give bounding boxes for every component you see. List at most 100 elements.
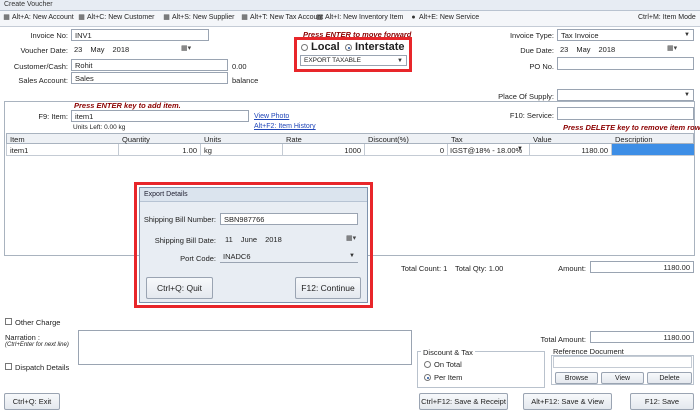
dispatch-details-label: Dispatch Details [15,363,70,372]
save-view-button[interactable]: Alt+F12: Save & View [523,393,612,410]
cell-units: kg [204,146,212,155]
on-total-radio[interactable] [424,361,431,368]
total-amount-field: 1180.00 [590,331,694,343]
col-tax: Tax [451,135,463,144]
other-charge-checkbox[interactable] [5,318,12,325]
voucher-date-label: Voucher Date: [20,46,68,55]
new-customer-icon: ▦ [78,14,85,21]
chevron-down-icon: ▼ [397,58,403,64]
col-discount: Discount(%) [368,135,409,144]
port-code-label: Port Code: [180,254,216,263]
item-history-link[interactable]: Alt+F2: Item History [254,123,316,130]
balance-label: balance [232,76,259,85]
port-code-select[interactable]: INADC6 ▼ [220,251,358,263]
new-tax-account-button[interactable]: ▦ Alt+T: New Tax Account [241,14,323,21]
new-customer-button[interactable]: ▦ Alt+C: New Customer [78,14,154,21]
col-quantity: Quantity [122,135,150,144]
toolbar: ▦ Alt+A: New Account ▦ Alt+C: New Custom… [0,11,700,27]
cell-description[interactable] [612,144,694,155]
delete-row-hint: Press DELETE key to remove item row. [563,123,700,132]
new-inventory-item-button[interactable]: ▦ Alt+I: New Inventory Item [316,14,403,21]
shipping-bill-date-label: Shipping Bill Date: [154,236,216,245]
narration-hint: (Ctrl+Enter for next line) [5,342,69,348]
cell-quantity: 1.00 [182,146,197,155]
view-button[interactable]: View [601,372,644,384]
delete-button[interactable]: Delete [647,372,692,384]
interstate-label: Interstate [355,41,405,53]
local-label: Local [311,41,340,53]
total-qty: Total Qty: 1.00 [455,264,504,273]
due-date-label: Due Date: [520,46,554,55]
cell-discount: 0 [439,146,444,155]
shipping-date-calendar-icon[interactable]: ▦▾ [346,234,356,242]
item-field[interactable]: item1 [71,110,249,122]
po-no-label: PO No. [529,62,554,71]
place-of-supply-label: Place Of Supply: [498,92,554,101]
invoice-type-select[interactable]: Tax Invoice ▼ [557,29,694,41]
service-field[interactable] [557,107,694,120]
amount-label: Amount: [558,264,586,273]
chevron-down-icon: ▼ [684,92,690,98]
cell-rate: 1000 [344,146,361,155]
place-of-supply-select[interactable]: ▼ [557,89,694,101]
invoice-no-field[interactable]: INV1 [71,29,209,41]
tax-dropdown-icon[interactable]: ▼ [517,146,523,152]
new-service-button[interactable]: ● Alt+E: New Service [410,14,479,21]
voucher-date-calendar-icon[interactable]: ▦▾ [181,44,191,52]
cell-item: item1 [10,146,29,155]
col-item: Item [10,135,25,144]
col-units: Units [204,135,222,144]
quit-button[interactable]: Ctrl+Q: Quit [146,277,213,299]
total-amount-label: Total Amount: [540,335,586,344]
sales-account-label: Sales Account: [18,76,68,85]
due-date-field[interactable]: 23 May 2018 [557,44,618,56]
items-grid-header: Item Quantity Units Rate Discount(%) Tax… [6,133,694,144]
new-account-icon: ▦ [3,14,10,21]
due-date-calendar-icon[interactable]: ▦▾ [667,44,677,52]
other-charge-label: Other Charge [15,318,61,327]
table-row[interactable]: item1 1.00 kg 1000 0 IGST@18% - 18.00% ▼… [6,144,694,156]
new-inventory-item-icon: ▦ [316,14,323,21]
service-label: F10: Service: [509,111,554,120]
new-supplier-button[interactable]: ▦ Alt+S: New Supplier [163,14,234,21]
shipping-bill-number-field[interactable]: SBN987766 [220,213,358,225]
invoice-type-label: Invoice Type: [509,31,554,40]
add-item-hint: Press ENTER key to add item. [74,101,181,110]
per-item-label: Per Item [434,373,463,382]
cell-tax: IGST@18% - 18.00% [450,146,523,155]
discount-tax-label: Discount & Tax [421,348,475,357]
new-service-icon: ● [411,14,416,21]
item-label: F9: Item: [38,112,68,121]
shipping-bill-date-field[interactable]: 11 June 2018 [222,234,285,246]
invoice-no-label: Invoice No: [30,31,68,40]
new-tax-account-icon: ▦ [241,14,248,21]
reference-document-field[interactable] [553,356,692,368]
on-total-label: On Total [434,360,462,369]
interstate-radio[interactable] [345,44,352,51]
shipping-bill-number-label: Shipping Bill Number: [143,215,216,224]
dialog-title: Export Details [140,188,367,202]
save-button[interactable]: F12: Save [630,393,694,410]
col-value: Value [533,135,552,144]
sales-account-field[interactable]: Sales [71,72,228,84]
export-details-dialog: Export Details Shipping Bill Number: SBN… [139,187,368,303]
exit-button[interactable]: Ctrl+Q: Exit [4,393,60,410]
col-rate: Rate [286,135,302,144]
continue-button[interactable]: F12: Continue [295,277,361,299]
item-mode-button[interactable]: Ctrl+M: Item Mode [638,14,696,21]
customer-field[interactable]: Rohit [71,59,228,71]
browse-button[interactable]: Browse [555,372,598,384]
view-photo-link[interactable]: View Photo [254,113,289,120]
local-radio[interactable] [301,44,308,51]
narration-field[interactable] [78,330,412,365]
per-item-radio[interactable] [424,374,431,381]
export-type-select[interactable]: EXPORT TAXABLE ▼ [300,55,407,66]
window-title: Create Voucher [0,0,700,11]
total-count: Total Count: 1 [401,264,448,273]
voucher-date-field[interactable]: 23 May 2018 [71,44,132,56]
save-receipt-button[interactable]: Ctrl+F12: Save & Receipt [419,393,508,410]
new-account-button[interactable]: ▦ Alt+A: New Account [3,14,73,21]
dispatch-details-checkbox[interactable] [5,363,12,370]
po-no-field[interactable] [557,57,694,70]
amount-field: 1180.00 [590,261,694,273]
